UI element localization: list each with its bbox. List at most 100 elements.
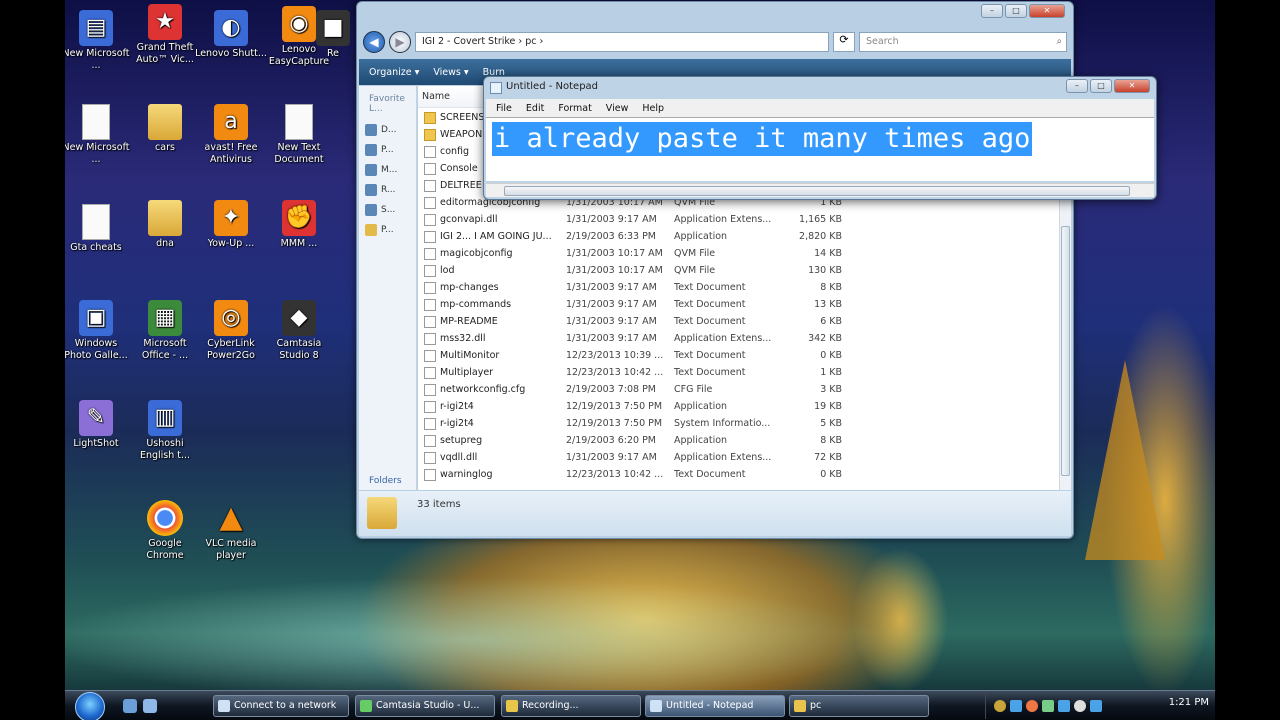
desktop-icon[interactable]: a avast! Free Antivirus <box>195 104 267 166</box>
desktop-icon[interactable]: cars <box>129 104 201 154</box>
menu-file[interactable]: File <box>496 103 512 114</box>
desktop-icon[interactable]: New Text Document <box>263 104 335 166</box>
taskbar-button[interactable]: Connect to a network <box>213 695 349 717</box>
nav-item[interactable]: P... <box>359 140 416 160</box>
desktop-icon[interactable]: ✊ MMM ... <box>263 200 335 250</box>
desktop-icon[interactable]: ✎ LightShot <box>65 400 132 450</box>
switch-windows-icon[interactable] <box>143 699 157 713</box>
file-row[interactable]: IGI 2... I AM GOING JU... 2/19/2003 6:33 … <box>418 228 878 245</box>
folders-toggle[interactable]: Folders <box>369 476 402 486</box>
menu-format[interactable]: Format <box>558 103 591 114</box>
app-icon: ✦ <box>214 200 248 236</box>
close-button[interactable]: ✕ <box>1029 4 1065 18</box>
desktop-icon[interactable]: ▦ Microsoft Office - ... <box>129 300 201 362</box>
notepad-window[interactable]: Untitled - Notepad – □ ✕ File Edit Forma… <box>483 76 1157 200</box>
desktop-icon[interactable]: ▲ VLC media player <box>195 500 267 562</box>
maximize-button[interactable]: □ <box>1005 4 1027 18</box>
tray-icon[interactable] <box>1058 700 1070 712</box>
nav-item[interactable]: S... <box>359 200 416 220</box>
tray-icon[interactable] <box>1010 700 1022 712</box>
desktop-icon[interactable]: Google Chrome <box>129 500 201 562</box>
file-row[interactable]: r-igi2t4 12/19/2013 7:50 PM Application 19 … <box>418 398 878 415</box>
nav-item[interactable]: D... <box>359 120 416 140</box>
file-date: 12/23/2013 10:39 ... <box>566 350 664 361</box>
desktop-icon[interactable]: dna <box>129 200 201 250</box>
nav-item[interactable]: M... <box>359 160 416 180</box>
scrollbar-thumb[interactable] <box>1061 226 1070 476</box>
tray-icon[interactable] <box>1042 700 1054 712</box>
menu-edit[interactable]: Edit <box>526 103 544 114</box>
volume-icon[interactable] <box>1074 700 1086 712</box>
file-row[interactable]: r-igi2t4 12/19/2013 7:50 PM System Informa… <box>418 415 878 432</box>
menu-view[interactable]: View <box>606 103 629 114</box>
back-button[interactable]: ◀ <box>363 31 385 53</box>
file-row[interactable]: lod 1/31/2003 10:17 AM QVM File 130 KB <box>418 262 878 279</box>
file-row[interactable]: mp-changes 1/31/2003 9:17 AM Text Document… <box>418 279 878 296</box>
file-row[interactable]: magicobjconfig 1/31/2003 10:17 AM QVM File… <box>418 245 878 262</box>
file-date: 2/19/2003 7:08 PM <box>566 384 657 395</box>
tray-icon[interactable] <box>1026 700 1038 712</box>
nav-item[interactable]: R... <box>359 180 416 200</box>
desktop-icon[interactable]: ✦ Yow-Up ... <box>195 200 267 250</box>
forward-button[interactable]: ▶ <box>389 31 411 53</box>
desktop-icon[interactable]: ★ Grand Theft Auto™ Vic... <box>129 4 201 66</box>
file-row[interactable]: vqdll.dll 1/31/2003 9:17 AM Application Ex… <box>418 449 878 466</box>
desktop-icon[interactable]: ▥ Ushoshi English t... <box>129 400 201 462</box>
refresh-button[interactable]: ⟳ <box>833 32 855 52</box>
show-desktop-icon[interactable] <box>123 699 137 713</box>
desktop-icon[interactable]: ◐ Lenovo Shutt... <box>195 10 267 60</box>
desktop-icon[interactable]: ▣ Windows Photo Galle... <box>65 300 132 362</box>
file-row[interactable]: setupreg 2/19/2003 6:20 PM Application 8 KB <box>418 432 878 449</box>
file-icon <box>424 349 436 362</box>
selected-text[interactable]: i already paste it many times ago <box>492 122 1033 156</box>
file-name: setupreg <box>440 435 483 446</box>
desktop-icon[interactable]: Gta cheats <box>65 204 132 254</box>
vlc-icon: ▲ <box>219 500 243 535</box>
file-row[interactable]: MP-README 1/31/2003 9:17 AM Text Document 6… <box>418 313 878 330</box>
file-type: Text Document <box>674 299 746 310</box>
file-row[interactable]: gconvapi.dll 1/31/2003 9:17 AM Application… <box>418 211 878 228</box>
taskbar-button[interactable]: Recording... <box>501 695 641 717</box>
file-date: 1/31/2003 9:17 AM <box>566 282 657 293</box>
taskbar-button[interactable]: pc <box>789 695 929 717</box>
desktop-icon[interactable]: ▤ New Microsoft ... <box>65 10 132 72</box>
folder-icon <box>365 144 377 156</box>
taskbar-button-active[interactable]: Untitled - Notepad <box>645 695 785 717</box>
desktop-icon[interactable]: ■ Re <box>313 10 353 60</box>
folder-icon <box>424 111 436 124</box>
file-row[interactable]: networkconfig.cfg 2/19/2003 7:08 PM CFG Fi… <box>418 381 878 398</box>
nav-item[interactable]: P... <box>359 220 416 240</box>
text-editor[interactable]: i already paste it many times ago <box>486 117 1154 181</box>
search-input[interactable]: Search ⌕ <box>859 32 1067 52</box>
file-type: QVM File <box>674 265 716 276</box>
file-row[interactable]: warninglog 12/23/2013 10:42 ... Text Docum… <box>418 466 878 483</box>
file-icon <box>424 298 436 311</box>
minimize-button[interactable]: – <box>981 4 1003 18</box>
start-button[interactable] <box>75 692 105 720</box>
views-button[interactable]: Views ▾ <box>433 67 468 78</box>
taskbar-button[interactable]: Camtasia Studio - U... <box>355 695 495 717</box>
close-button[interactable]: ✕ <box>1114 79 1150 93</box>
desktop-icon[interactable]: ◎ CyberLink Power2Go <box>195 300 267 362</box>
folder-icon <box>148 200 182 236</box>
file-size: 6 KB <box>820 316 842 327</box>
address-bar[interactable]: IGI 2 - Covert Strike › pc › <box>415 32 829 52</box>
file-size: 19 KB <box>814 401 842 412</box>
file-row[interactable]: mss32.dll 1/31/2003 9:17 AM Application Ex… <box>418 330 878 347</box>
file-row[interactable]: mp-commands 1/31/2003 9:17 AM Text Documen… <box>418 296 878 313</box>
clock[interactable]: 1:21 PM <box>1169 697 1209 708</box>
tray-icon[interactable] <box>994 700 1006 712</box>
horizontal-scrollbar[interactable] <box>486 183 1154 197</box>
desktop-icon[interactable]: New Microsoft ... <box>65 104 132 166</box>
menu-help[interactable]: Help <box>642 103 664 114</box>
organize-button[interactable]: Organize ▾ <box>369 67 419 78</box>
folder-icon <box>365 164 377 176</box>
file-row[interactable]: MultiMonitor 12/23/2013 10:39 ... Text Doc… <box>418 347 878 364</box>
desktop-icon[interactable]: ◆ Camtasia Studio 8 <box>263 300 335 362</box>
minimize-button[interactable]: – <box>1066 79 1088 93</box>
network-icon[interactable] <box>1090 700 1102 712</box>
maximize-button[interactable]: □ <box>1090 79 1112 93</box>
scrollbar-thumb[interactable] <box>504 186 1130 196</box>
file-row[interactable]: Multiplayer 12/23/2013 10:42 ... Text Docu… <box>418 364 878 381</box>
nav-item-label: S... <box>381 205 396 215</box>
